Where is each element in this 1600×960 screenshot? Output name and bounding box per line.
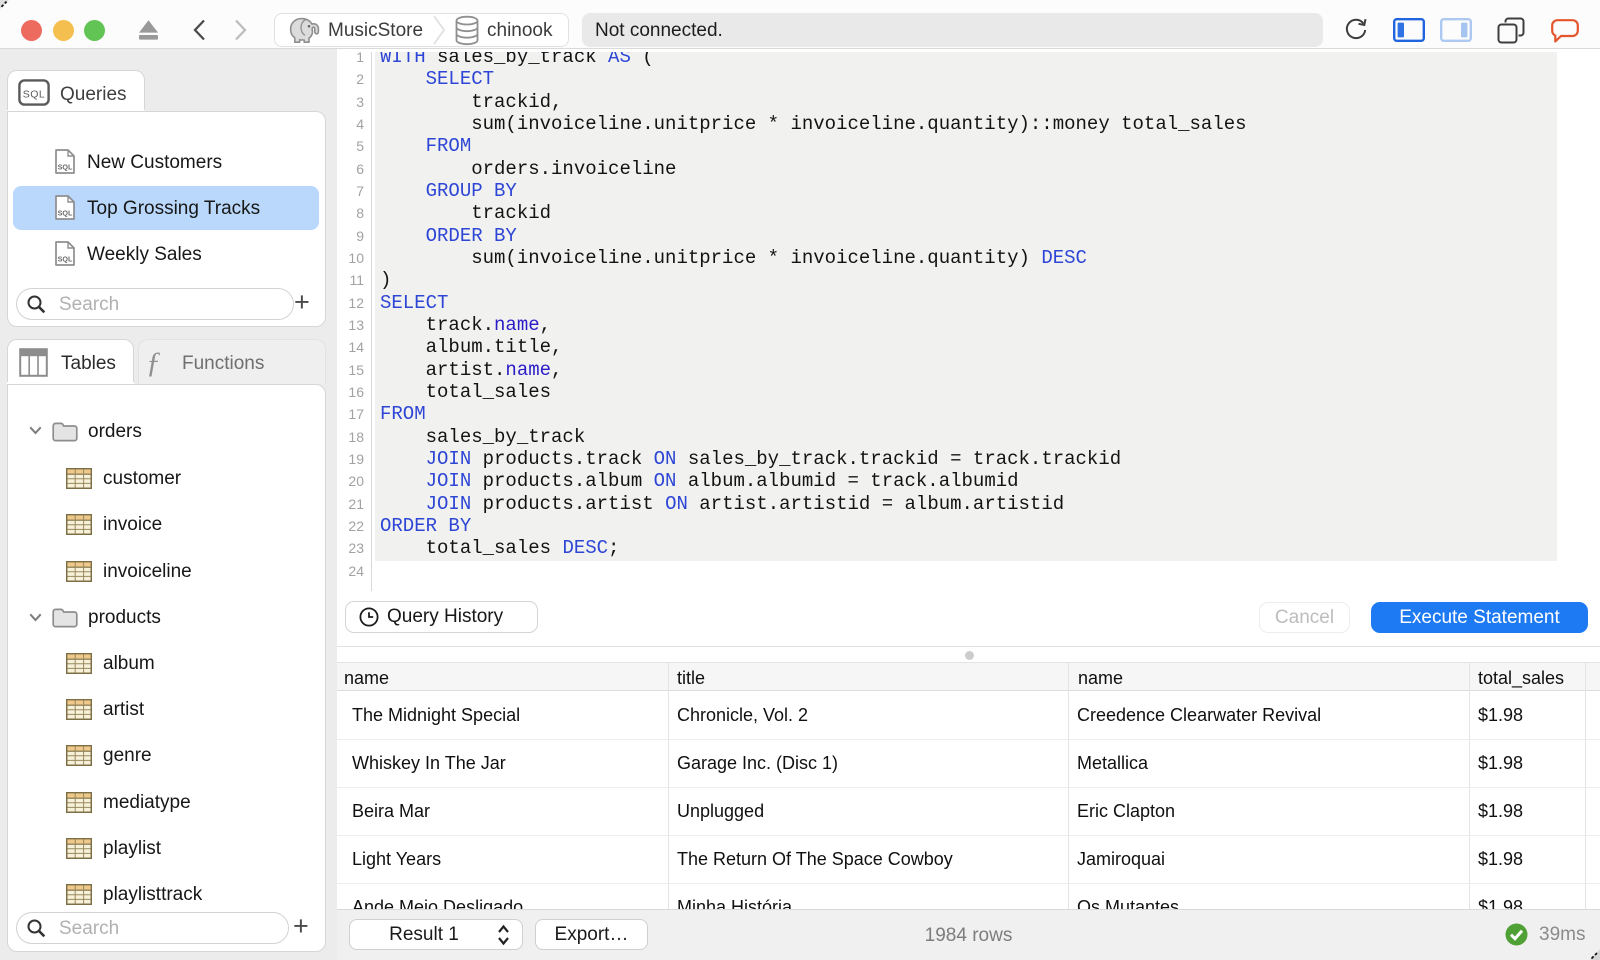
svg-text:SQL: SQL — [23, 89, 46, 101]
